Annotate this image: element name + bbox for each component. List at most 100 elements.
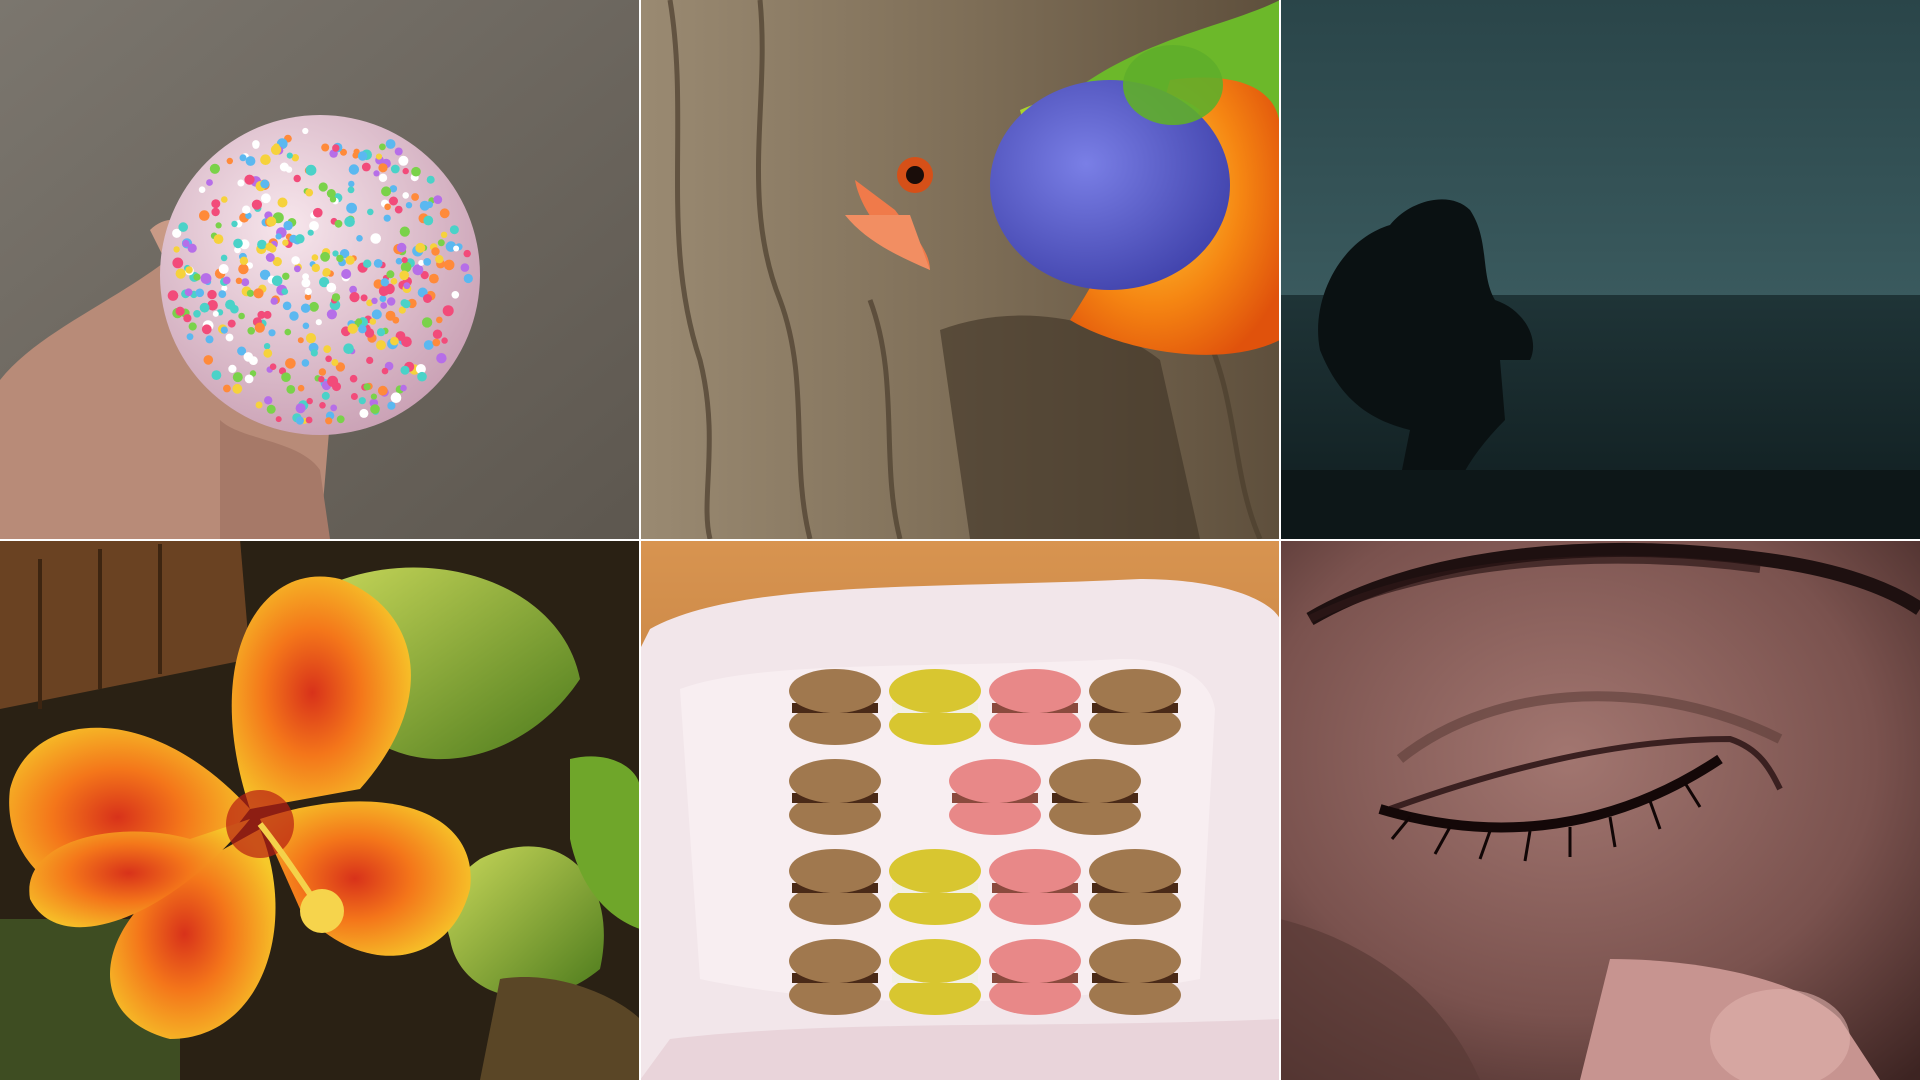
sprinkle — [349, 374, 358, 383]
sprinkle — [313, 207, 323, 218]
sprinkle — [300, 303, 311, 313]
sprinkle — [227, 319, 236, 328]
sprinkle — [402, 192, 410, 199]
sprinkle — [310, 349, 318, 357]
sprinkle — [295, 234, 305, 244]
sprinkle — [212, 310, 219, 317]
sprinkle — [380, 302, 388, 309]
sprinkle — [332, 144, 340, 152]
sprinkle — [396, 242, 407, 253]
sprinkle — [400, 299, 409, 307]
sprinkle — [263, 348, 273, 358]
sprinkle — [386, 270, 395, 279]
sprinkle — [421, 317, 433, 328]
sprinkle — [379, 143, 386, 151]
sprinkle — [356, 235, 363, 242]
sprinkle — [215, 222, 222, 229]
hibiscus-photo — [0, 539, 640, 1080]
sprinkle — [183, 314, 192, 323]
sprinkle — [319, 402, 326, 409]
sprinkle — [286, 152, 293, 159]
sprinkle — [336, 254, 344, 263]
sprinkle — [184, 288, 193, 297]
sprinkle — [366, 356, 374, 364]
sprinkle — [266, 404, 276, 414]
sprinkle — [423, 340, 434, 350]
sprinkle — [433, 195, 443, 205]
sprinkle — [266, 216, 277, 227]
sprinkle — [318, 182, 328, 192]
sprinkle — [361, 162, 371, 172]
sprinkle — [418, 259, 425, 266]
sprinkle — [321, 391, 330, 400]
sprinkle — [380, 278, 389, 287]
sprinkle — [193, 273, 201, 281]
sprinkle — [412, 264, 424, 276]
sprinkle — [357, 151, 368, 161]
sprinkle — [281, 372, 291, 383]
sprinkle — [370, 393, 377, 400]
sprinkle — [199, 210, 210, 221]
sprinkle — [343, 343, 354, 355]
sprinkle — [400, 384, 407, 392]
sprinkle — [238, 312, 245, 320]
sprinkle — [390, 336, 399, 346]
sprinkle — [175, 306, 185, 316]
sprinkle — [302, 273, 309, 280]
sprinkle — [221, 196, 228, 203]
sprinkle — [223, 384, 231, 393]
sprinkle — [301, 359, 310, 367]
macaron — [1089, 849, 1181, 925]
sprinkle — [265, 253, 275, 262]
sprinkle — [211, 370, 222, 380]
sprinkle — [367, 208, 374, 216]
sprinkle — [260, 179, 270, 189]
sprinkle — [436, 316, 443, 324]
sprinkle — [350, 393, 358, 400]
sprinkle — [411, 193, 419, 201]
sprinkle — [360, 294, 368, 302]
sprinkle — [370, 233, 382, 244]
divider-horizontal — [0, 539, 1920, 541]
macaron — [789, 669, 881, 745]
sprinkle — [226, 157, 233, 165]
sprinkle — [439, 208, 450, 219]
sprinkle — [241, 278, 250, 287]
macaron — [789, 939, 881, 1015]
sprinkle — [260, 154, 271, 165]
cake-pop-photo — [0, 0, 640, 539]
sprinkle — [264, 396, 273, 405]
closed-eye-photo — [1280, 539, 1920, 1080]
sprinkle — [211, 199, 221, 209]
sprinkle — [206, 179, 213, 186]
sprinkle — [315, 319, 322, 326]
sprinkle — [233, 238, 243, 249]
sprinkle — [245, 156, 256, 166]
sprinkle — [325, 355, 332, 363]
sprinkle — [435, 255, 444, 264]
sprinkle — [379, 295, 387, 303]
sprinkle — [426, 175, 435, 184]
sprinkle — [271, 275, 283, 287]
sprinkle — [193, 310, 201, 318]
sprinkle — [336, 415, 345, 424]
sprinkle — [378, 163, 388, 173]
sprinkle — [239, 256, 249, 265]
sprinkle — [295, 416, 304, 425]
sprinkle — [199, 302, 210, 313]
sprinkle — [282, 301, 292, 311]
sprinkle — [377, 385, 388, 396]
sprinkle — [232, 372, 243, 383]
macaron — [1089, 669, 1181, 745]
sprinkle — [400, 365, 410, 375]
sprinkle — [195, 288, 205, 298]
sprinkle — [277, 197, 288, 208]
sprinkle — [330, 404, 338, 412]
sprinkle — [432, 329, 443, 339]
sprinkle — [311, 254, 319, 261]
macaron — [789, 759, 881, 835]
sprinkle — [297, 337, 304, 344]
sprinkle — [297, 384, 305, 392]
sprinkle — [437, 239, 445, 247]
sprinkle — [318, 368, 327, 376]
